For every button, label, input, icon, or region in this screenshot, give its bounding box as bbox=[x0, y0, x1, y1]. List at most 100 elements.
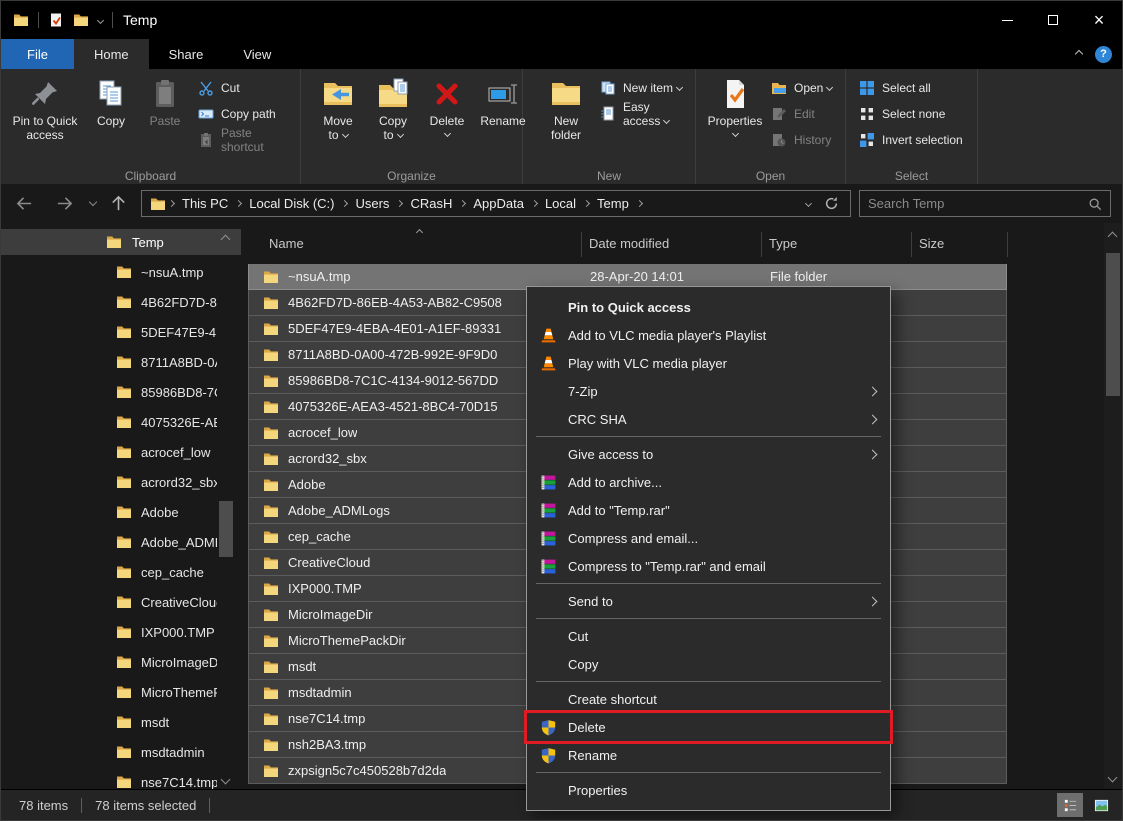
paste-button[interactable]: Paste bbox=[137, 72, 193, 128]
tab-view[interactable]: View bbox=[223, 39, 291, 69]
column-divider[interactable] bbox=[581, 232, 582, 257]
breadcrumb-segment[interactable]: Local bbox=[540, 196, 581, 211]
sidebar-item[interactable]: 4B62FD7D-86EB-4A53-AB82-C9508 bbox=[1, 287, 217, 317]
history-button[interactable]: History bbox=[766, 127, 837, 153]
tab-file[interactable]: File bbox=[1, 39, 74, 69]
invert-selection-button[interactable]: Invert selection bbox=[854, 127, 968, 153]
sidebar-scrollbar-thumb[interactable] bbox=[219, 501, 233, 557]
sidebar-item[interactable]: 8711A8BD-0A00-472B-992E-9F9D0 bbox=[1, 347, 217, 377]
column-header-name[interactable]: Name bbox=[269, 236, 304, 251]
sidebar-scroll-down-icon[interactable] bbox=[221, 775, 231, 785]
breadcrumb-segment[interactable]: AppData bbox=[468, 196, 529, 211]
properties-check-icon[interactable] bbox=[48, 12, 64, 28]
breadcrumb-segment[interactable]: CRasH bbox=[405, 196, 457, 211]
sidebar-item[interactable]: MicroThemePackDir bbox=[1, 677, 217, 707]
copy-button[interactable]: Copy bbox=[85, 72, 137, 128]
column-divider[interactable] bbox=[761, 232, 762, 257]
paste-shortcut-button[interactable]: Paste shortcut bbox=[193, 127, 300, 153]
sidebar-item[interactable]: 5DEF47E9-4EBA-4E01-A1EF-89331 bbox=[1, 317, 217, 347]
copy-path-button[interactable]: Copy path bbox=[193, 101, 300, 127]
context-menu-item-add-to-vlc-media-player-s-playlist[interactable]: Add to VLC media player's Playlist bbox=[527, 321, 890, 349]
search-box[interactable] bbox=[859, 190, 1111, 217]
scroll-up-icon[interactable] bbox=[1108, 232, 1118, 242]
back-arrow-icon[interactable] bbox=[15, 194, 34, 213]
collapse-ribbon-icon[interactable] bbox=[1075, 50, 1083, 58]
move-to-button[interactable]: Move to bbox=[311, 72, 365, 143]
close-button[interactable]: × bbox=[1076, 1, 1122, 39]
breadcrumb[interactable]: This PC Local Disk (C:) Users CRasH AppData L… bbox=[141, 190, 851, 217]
column-header-size[interactable]: Size bbox=[919, 236, 944, 251]
column-divider[interactable] bbox=[911, 232, 912, 257]
sidebar-item[interactable]: msdt bbox=[1, 707, 217, 737]
sidebar-item[interactable]: 4075326E-AEA3-4521-8BC4-70D15 bbox=[1, 407, 217, 437]
breadcrumb-chevron-icon[interactable] bbox=[583, 200, 590, 207]
cut-button[interactable]: Cut bbox=[193, 75, 300, 101]
thumbnails-view-button[interactable] bbox=[1088, 793, 1114, 817]
breadcrumb-chevron-icon[interactable] bbox=[531, 200, 538, 207]
sidebar-item-temp-root[interactable]: Temp bbox=[1, 229, 241, 255]
sidebar-item[interactable]: acrord32_sbx bbox=[1, 467, 217, 497]
context-menu-item-play-with-vlc-media-player[interactable]: Play with VLC media player bbox=[527, 349, 890, 377]
sidebar-item[interactable]: ~nsuA.tmp bbox=[1, 257, 217, 287]
copy-to-button[interactable]: Copy to bbox=[365, 72, 421, 143]
qat-customize-chevron-icon[interactable] bbox=[97, 16, 104, 23]
help-icon[interactable]: ? bbox=[1095, 46, 1112, 63]
sidebar-item[interactable]: 85986BD8-7C1C-4134-9012-567DD bbox=[1, 377, 217, 407]
context-menu-item-copy[interactable]: Copy bbox=[527, 650, 890, 678]
recent-locations-chevron-icon[interactable] bbox=[89, 198, 97, 206]
delete-button[interactable]: Delete bbox=[421, 72, 473, 136]
context-menu-item-delete[interactable]: Delete bbox=[527, 713, 890, 741]
edit-button[interactable]: Edit bbox=[766, 101, 837, 127]
sidebar-item[interactable]: msdtadmin bbox=[1, 737, 217, 767]
tab-home[interactable]: Home bbox=[74, 39, 149, 69]
context-menu-item-rename[interactable]: Rename bbox=[527, 741, 890, 769]
search-icon[interactable] bbox=[1088, 197, 1110, 211]
maximize-button[interactable] bbox=[1030, 1, 1076, 39]
sidebar-item[interactable]: nse7C14.tmp bbox=[1, 767, 217, 789]
context-menu-item-add-to-temp-rar[interactable]: Add to "Temp.rar" bbox=[527, 496, 890, 524]
sidebar-item[interactable]: Adobe_ADMLogs bbox=[1, 527, 217, 557]
context-menu-item-send-to[interactable]: Send to bbox=[527, 587, 890, 615]
context-menu-item-create-shortcut[interactable]: Create shortcut bbox=[527, 685, 890, 713]
context-menu-item-compress-to-temp-rar-and-email[interactable]: Compress to "Temp.rar" and email bbox=[527, 552, 890, 580]
breadcrumb-chevron-icon[interactable] bbox=[636, 200, 643, 207]
sidebar-item[interactable]: IXP000.TMP bbox=[1, 617, 217, 647]
breadcrumb-chevron-icon[interactable] bbox=[459, 200, 466, 207]
tab-share[interactable]: Share bbox=[149, 39, 224, 69]
breadcrumb-chevron-icon[interactable] bbox=[341, 200, 348, 207]
context-menu-item-properties[interactable]: Properties bbox=[527, 776, 890, 804]
breadcrumb-segment[interactable]: Users bbox=[350, 196, 394, 211]
open-button[interactable]: Open bbox=[766, 75, 837, 101]
search-input[interactable] bbox=[860, 196, 1088, 211]
context-menu-item-cut[interactable]: Cut bbox=[527, 622, 890, 650]
context-menu-item-give-access-to[interactable]: Give access to bbox=[527, 440, 890, 468]
context-menu-item-7-zip[interactable]: 7-Zip bbox=[527, 377, 890, 405]
minimize-button[interactable] bbox=[984, 1, 1030, 39]
breadcrumb-chevron-icon[interactable] bbox=[168, 200, 175, 207]
column-divider[interactable] bbox=[1007, 232, 1008, 257]
context-menu-item-crc-sha[interactable]: CRC SHA bbox=[527, 405, 890, 433]
context-menu-item-add-to-archive[interactable]: Add to archive... bbox=[527, 468, 890, 496]
new-item-button[interactable]: New item bbox=[595, 75, 695, 101]
breadcrumb-segment[interactable]: This PC bbox=[177, 196, 233, 211]
properties-button[interactable]: Properties bbox=[704, 72, 766, 136]
up-arrow-icon[interactable] bbox=[109, 194, 128, 213]
easy-access-button[interactable]: Easy access bbox=[595, 101, 695, 127]
context-menu-item-pin-to-quick-access[interactable]: Pin to Quick access bbox=[527, 293, 890, 321]
pin-to-quick-access-button[interactable]: Pin to Quick access bbox=[5, 72, 85, 143]
forward-arrow-icon[interactable] bbox=[55, 194, 74, 213]
breadcrumb-segment[interactable]: Temp bbox=[592, 196, 634, 211]
scrollbar-thumb[interactable] bbox=[1106, 253, 1120, 396]
vertical-scrollbar[interactable] bbox=[1104, 223, 1122, 789]
breadcrumb-chevron-icon[interactable] bbox=[396, 200, 403, 207]
address-dropdown-chevron-icon[interactable] bbox=[805, 200, 812, 207]
column-header-date-modified[interactable]: Date modified bbox=[589, 236, 669, 251]
details-view-button[interactable] bbox=[1057, 793, 1083, 817]
context-menu-item-compress-and-email[interactable]: Compress and email... bbox=[527, 524, 890, 552]
sidebar-item[interactable]: Adobe bbox=[1, 497, 217, 527]
refresh-icon[interactable] bbox=[824, 196, 839, 211]
breadcrumb-segment[interactable]: Local Disk (C:) bbox=[244, 196, 339, 211]
sidebar-item[interactable]: cep_cache bbox=[1, 557, 217, 587]
sidebar-item[interactable]: MicroImageDir bbox=[1, 647, 217, 677]
column-header-type[interactable]: Type bbox=[769, 236, 797, 251]
